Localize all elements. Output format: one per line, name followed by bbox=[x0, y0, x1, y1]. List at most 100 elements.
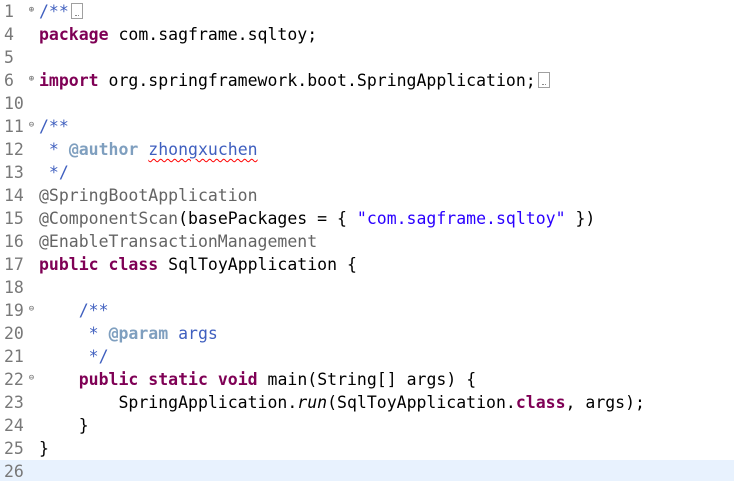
code-token: com.sagframe.sqltoy; bbox=[108, 25, 318, 44]
code-token: void bbox=[217, 370, 258, 389]
code-token: */ bbox=[39, 163, 69, 182]
line-number: 12 bbox=[4, 140, 24, 159]
fold-expand-icon[interactable]: ⊕ bbox=[27, 75, 36, 84]
code-text: /** bbox=[39, 0, 83, 23]
line-number: 14 bbox=[4, 186, 24, 205]
code-token: , args); bbox=[565, 393, 645, 412]
code-line[interactable]: 25} bbox=[0, 437, 734, 460]
code-token: @param bbox=[108, 324, 169, 343]
code-line[interactable]: 21 */ bbox=[0, 345, 734, 368]
code-token: org.springframework.boot.SpringApplicati… bbox=[98, 71, 536, 90]
code-token: static bbox=[148, 370, 208, 389]
code-token: package bbox=[39, 25, 109, 44]
code-line[interactable]: 5 bbox=[0, 46, 734, 69]
code-line[interactable]: 24 } bbox=[0, 414, 734, 437]
line-number: 20 bbox=[4, 324, 24, 343]
code-text: } bbox=[39, 437, 49, 460]
fold-collapse-icon[interactable]: ⊖ bbox=[27, 305, 36, 314]
line-number: 4 bbox=[4, 25, 14, 44]
code-token: /** bbox=[78, 301, 109, 320]
code-token: public bbox=[39, 255, 99, 274]
fold-collapse-icon[interactable]: ⊖ bbox=[27, 374, 36, 383]
code-line[interactable]: 12 * @author zhongxuchen bbox=[0, 138, 734, 161]
code-text: */ bbox=[39, 161, 69, 184]
code-line[interactable]: 10 bbox=[0, 92, 734, 115]
code-token: class bbox=[108, 255, 159, 274]
line-number: 25 bbox=[4, 439, 24, 458]
code-text: } bbox=[39, 414, 89, 437]
code-text: public static void main(String[] args) { bbox=[39, 368, 476, 391]
code-line[interactable]: 6 ⊕ import org.springframework.boot.Spring… bbox=[0, 69, 734, 92]
code-token: }) bbox=[565, 209, 596, 228]
code-token: * bbox=[78, 324, 109, 343]
line-number: 13 bbox=[4, 163, 24, 182]
code-token: main(String[] args) { bbox=[257, 370, 477, 389]
code-line[interactable]: 23 SpringApplication.run(SqlToyApplicati… bbox=[0, 391, 734, 414]
code-token: } bbox=[39, 439, 49, 458]
line-number: 21 bbox=[4, 347, 24, 366]
code-line[interactable]: 26 bbox=[0, 460, 734, 481]
code-line[interactable]: 20 * @param args bbox=[0, 322, 734, 345]
code-line[interactable]: 16 @EnableTransactionManagement bbox=[0, 230, 734, 253]
code-token: * bbox=[39, 140, 69, 159]
code-line[interactable]: 13 */ bbox=[0, 161, 734, 184]
code-token: @author bbox=[68, 140, 139, 159]
collapsed-region-icon[interactable] bbox=[537, 72, 550, 88]
line-number: 26 bbox=[4, 462, 24, 481]
code-token: args bbox=[168, 324, 218, 343]
code-line[interactable]: 22 ⊖ public static void main(String[] arg… bbox=[0, 368, 734, 391]
code-text: * @author zhongxuchen bbox=[39, 138, 258, 161]
fold-collapse-icon[interactable]: ⊖ bbox=[27, 121, 36, 130]
code-line[interactable]: 18 bbox=[0, 276, 734, 299]
line-number: 23 bbox=[4, 393, 24, 412]
code-token: SqlToyApplication { bbox=[158, 255, 357, 274]
code-token: "com.sagframe.sqltoy" bbox=[356, 209, 566, 228]
code-line[interactable]: 4 package com.sagframe.sqltoy; bbox=[0, 23, 734, 46]
collapsed-region-icon[interactable] bbox=[70, 3, 83, 19]
code-token: /** bbox=[39, 2, 69, 21]
line-number: 15 bbox=[4, 209, 24, 228]
code-line[interactable]: 11 ⊖/** bbox=[0, 115, 734, 138]
code-line[interactable]: 1 ⊕/** bbox=[0, 0, 734, 23]
code-text: @ComponentScan(basePackages = { "com.sag… bbox=[39, 207, 595, 230]
code-text: * @param args bbox=[39, 322, 218, 345]
line-number: 16 bbox=[4, 232, 24, 251]
code-text: */ bbox=[39, 345, 109, 368]
line-number: 18 bbox=[4, 278, 24, 297]
code-line[interactable]: 14 @SpringBootApplication bbox=[0, 184, 734, 207]
line-number: 10 bbox=[4, 94, 24, 113]
code-text: package com.sagframe.sqltoy; bbox=[39, 23, 317, 46]
code-token: @SpringBootApplication bbox=[39, 186, 258, 205]
code-token: SpringApplication. bbox=[39, 393, 298, 412]
code-text: /** bbox=[39, 115, 69, 138]
code-line[interactable]: 19 ⊖ /** bbox=[0, 299, 734, 322]
code-token: public bbox=[78, 370, 139, 389]
code-line[interactable]: 15 @ComponentScan(basePackages = { "com.s… bbox=[0, 207, 734, 230]
code-token: */ bbox=[78, 347, 109, 366]
code-token: } bbox=[39, 416, 89, 435]
fold-expand-icon[interactable]: ⊕ bbox=[27, 6, 36, 15]
code-token: @ComponentScan bbox=[39, 209, 179, 228]
code-token: @EnableTransactionManagement bbox=[39, 232, 318, 251]
code-token: zhongxuchen bbox=[148, 140, 258, 159]
code-token: (basePackages = { bbox=[178, 209, 357, 228]
code-token: (SqlToyApplication. bbox=[327, 393, 516, 412]
code-line[interactable]: 17 public class SqlToyApplication { bbox=[0, 253, 734, 276]
code-text: SpringApplication.run(SqlToyApplication.… bbox=[39, 391, 645, 414]
line-number: 5 bbox=[4, 48, 14, 67]
line-number: 17 bbox=[4, 255, 24, 274]
code-text: import org.springframework.boot.SpringAp… bbox=[39, 69, 550, 92]
code-text: @EnableTransactionManagement bbox=[39, 230, 317, 253]
line-number: 24 bbox=[4, 416, 24, 435]
code-editor[interactable]: 1 ⊕/** 4 package com.sagframe.sqltoy; 5 6 ⊕ imp… bbox=[0, 0, 734, 481]
code-token: import bbox=[39, 71, 99, 90]
code-text: @SpringBootApplication bbox=[39, 184, 258, 207]
